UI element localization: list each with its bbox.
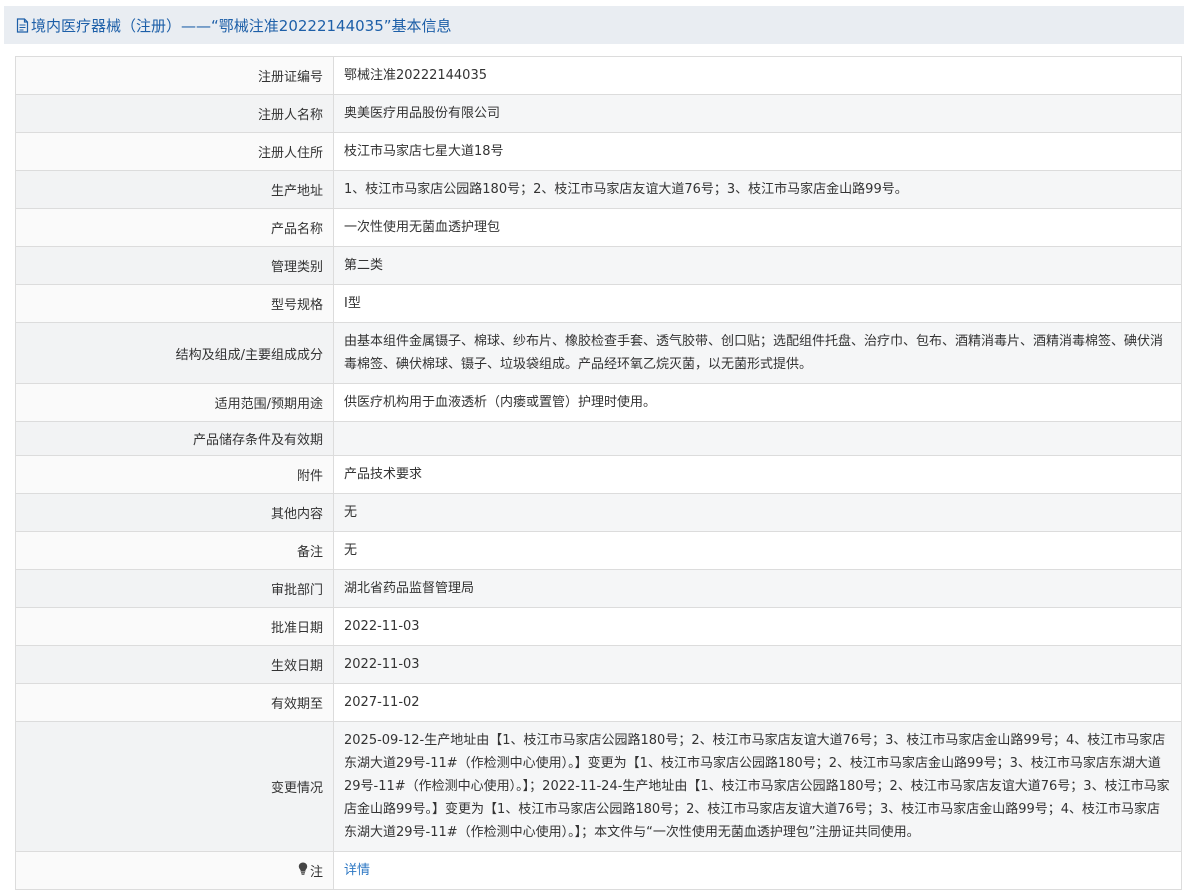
table-row: 其他内容无 (15, 493, 1182, 532)
detail-table-body: 注册证编号 鄂械注准20222144035 注册人名称 奥美医疗用品股份有限公司 注… (15, 56, 1182, 890)
table-row: 注册人名称 奥美医疗用品股份有限公司 (15, 94, 1182, 133)
row-label: 型号规格 (15, 284, 334, 323)
page-title: 境内医疗器械（注册）——“鄂械注准20222144035”基本信息 (31, 16, 452, 35)
row-value: 由基本组件金属镊子、棉球、纱布片、橡胶检查手套、透气胶带、创口贴；选配组件托盘、… (333, 322, 1182, 384)
row-label: 其他内容 (15, 493, 334, 532)
row-value: 2022-11-03 (333, 645, 1182, 684)
table-row: 结构及组成/主要组成成分 由基本组件金属镊子、棉球、纱布片、橡胶检查手套、透气胶带… (15, 322, 1182, 384)
note-label-cell: 注 (15, 851, 334, 890)
row-label: 注册人住所 (15, 132, 334, 171)
row-label: 注册证编号 (15, 56, 334, 95)
row-value: 一次性使用无菌血透护理包 (333, 208, 1182, 247)
table-row: 生产地址 1、枝江市马家店公园路180号；2、枝江市马家店友谊大道76号；3、枝江… (15, 170, 1182, 209)
row-label: 生产地址 (15, 170, 334, 209)
table-row: 产品储存条件及有效期 (15, 421, 1182, 456)
table-row: 审批部门 湖北省药品监督管理局 (15, 569, 1182, 608)
row-value: 无 (333, 531, 1182, 570)
table-row: 注册证编号 鄂械注准20222144035 (15, 56, 1182, 95)
row-value: 鄂械注准20222144035 (333, 56, 1182, 95)
table-row: 注册人住所 枝江市马家店七星大道18号 (15, 132, 1182, 171)
row-value: 2022-11-03 (333, 607, 1182, 646)
table-row: 产品名称 一次性使用无菌血透护理包 (15, 208, 1182, 247)
row-value: 湖北省药品监督管理局 (333, 569, 1182, 608)
detail-table-wrapper: 注册证编号 鄂械注准20222144035 注册人名称 奥美医疗用品股份有限公司 注… (15, 56, 1182, 890)
table-row: 变更情况 2025-09-12-生产地址由【1、枝江市马家店公园路180号；2、枝… (15, 721, 1182, 852)
row-label: 备注 (15, 531, 334, 570)
note-value-cell: 详情 (333, 851, 1182, 890)
note-label: 注 (309, 865, 323, 880)
table-row: 适用范围/预期用途 供医疗机构用于血液透析（内瘘或置管）护理时使用。 (15, 383, 1182, 422)
row-value: 产品技术要求 (333, 455, 1182, 494)
row-label: 结构及组成/主要组成成分 (15, 322, 334, 384)
row-label: 审批部门 (15, 569, 334, 608)
row-label: 适用范围/预期用途 (15, 383, 334, 422)
row-value: 第二类 (333, 246, 1182, 285)
row-value: 2027-11-02 (333, 683, 1182, 722)
table-row: 有效期至 2027-11-02 (15, 683, 1182, 722)
row-value: 无 (333, 493, 1182, 532)
row-value: 2025-09-12-生产地址由【1、枝江市马家店公园路180号；2、枝江市马家… (333, 721, 1182, 852)
row-value: 枝江市马家店七星大道18号 (333, 132, 1182, 171)
table-row: 型号规格 Ⅰ型 (15, 284, 1182, 323)
row-value: 奥美医疗用品股份有限公司 (333, 94, 1182, 133)
row-label: 附件 (15, 455, 334, 494)
table-row-note: 注 详情 (15, 851, 1182, 890)
detail-table: 注册证编号 鄂械注准20222144035 注册人名称 奥美医疗用品股份有限公司 注… (15, 56, 1182, 890)
row-value (333, 421, 1182, 456)
row-label: 变更情况 (15, 721, 334, 852)
row-label: 生效日期 (15, 645, 334, 684)
row-value: 1、枝江市马家店公园路180号；2、枝江市马家店友谊大道76号；3、枝江市马家店… (333, 170, 1182, 209)
row-label: 产品名称 (15, 208, 334, 247)
table-row: 管理类别 第二类 (15, 246, 1182, 285)
row-value: 供医疗机构用于血液透析（内瘘或置管）护理时使用。 (333, 383, 1182, 422)
table-row: 批准日期 2022-11-03 (15, 607, 1182, 646)
table-row: 附件 产品技术要求 (15, 455, 1182, 494)
row-label: 产品储存条件及有效期 (15, 421, 334, 456)
table-row: 生效日期 2022-11-03 (15, 645, 1182, 684)
document-icon (16, 17, 29, 33)
row-label: 有效期至 (15, 683, 334, 722)
note-key: 注 (298, 861, 323, 880)
page-title-bar: 境内医疗器械（注册）——“鄂械注准20222144035”基本信息 (4, 6, 1184, 44)
row-label: 批准日期 (15, 607, 334, 646)
table-row: 备注无 (15, 531, 1182, 570)
details-link[interactable]: 详情 (344, 863, 370, 878)
row-label: 管理类别 (15, 246, 334, 285)
row-value: Ⅰ型 (333, 284, 1182, 323)
row-label: 注册人名称 (15, 94, 334, 133)
lightbulb-icon (298, 862, 308, 879)
